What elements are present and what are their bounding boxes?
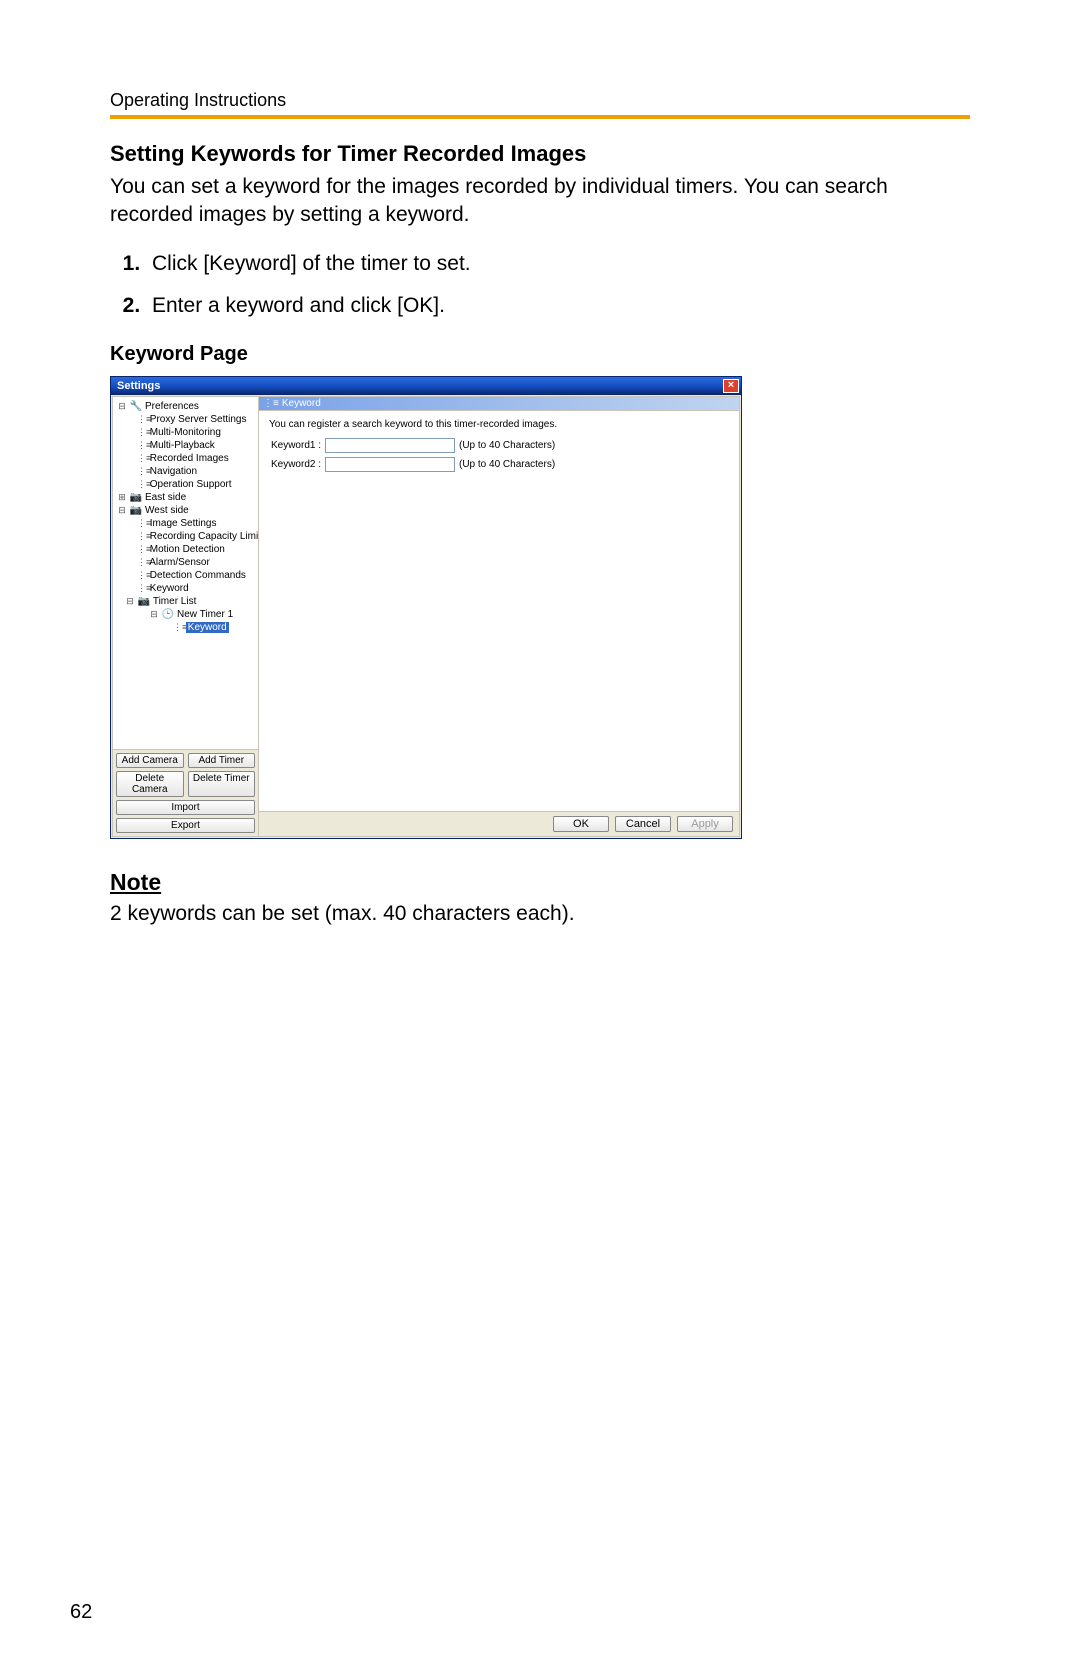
header-rule <box>110 115 970 119</box>
apply-button[interactable]: Apply <box>677 816 733 832</box>
tree-item[interactable]: Keyword <box>150 583 189 594</box>
page-number: 62 <box>70 1601 92 1624</box>
add-timer-button[interactable]: Add Timer <box>188 753 256 768</box>
delete-camera-button[interactable]: Delete Camera <box>116 771 184 797</box>
panel-header: ⋮≡Keyword <box>259 397 739 411</box>
left-button-bar: Add Camera Add Timer Delete Camera Delet… <box>113 749 258 836</box>
list-icon: ⋮≡ <box>263 398 279 409</box>
panel-desc: You can register a search keyword to thi… <box>269 419 729 430</box>
tree-item[interactable]: Multi-Monitoring <box>150 427 221 438</box>
camera-icon: 📷 <box>130 505 142 516</box>
keyword1-input[interactable] <box>325 438 455 453</box>
window-title: Settings <box>117 380 160 392</box>
note-body: 2 keywords can be set (max. 40 character… <box>110 902 970 926</box>
keyword1-label: Keyword1 : <box>269 440 321 451</box>
step-item: Click [Keyword] of the timer to set. <box>146 252 970 276</box>
tree-item[interactable]: Multi-Playback <box>150 440 215 451</box>
dialog-button-bar: OK Cancel Apply <box>259 811 739 836</box>
tree-item[interactable]: Motion Detection <box>150 544 225 555</box>
left-pane: ⊟ 🔧 Preferences ⋮≡ Proxy Server Settings… <box>113 397 259 836</box>
delete-timer-button[interactable]: Delete Timer <box>188 771 256 797</box>
intro-text: You can set a keyword for the images rec… <box>110 173 970 230</box>
note-heading: Note <box>110 869 970 896</box>
add-camera-button[interactable]: Add Camera <box>116 753 184 768</box>
settings-tree[interactable]: ⊟ 🔧 Preferences ⋮≡ Proxy Server Settings… <box>113 397 258 749</box>
window-titlebar: Settings × <box>111 377 741 395</box>
settings-window: Settings × ⊟ 🔧 Preferences ⋮≡ Proxy Serv… <box>110 376 742 839</box>
tree-item[interactable]: Operation Support <box>150 479 232 490</box>
sub-title: Keyword Page <box>110 343 970 366</box>
close-button[interactable]: × <box>723 379 739 393</box>
cancel-button[interactable]: Cancel <box>615 816 671 832</box>
tree-keyword-selected[interactable]: Keyword <box>186 622 229 633</box>
tree-item[interactable]: Alarm/Sensor <box>149 557 210 568</box>
panel-body: You can register a search keyword to thi… <box>259 411 739 811</box>
tree-item[interactable]: Navigation <box>150 466 197 477</box>
tree-item[interactable]: Proxy Server Settings <box>150 414 247 425</box>
steps-list: Click [Keyword] of the timer to set. Ent… <box>110 252 970 318</box>
tree-west[interactable]: West side <box>145 505 189 516</box>
tree-east[interactable]: East side <box>145 492 186 503</box>
step-item: Enter a keyword and click [OK]. <box>146 294 970 318</box>
tree-item[interactable]: Recorded Images <box>150 453 229 464</box>
import-button[interactable]: Import <box>116 800 255 815</box>
keyword2-label: Keyword2 : <box>269 459 321 470</box>
tree-timer-list[interactable]: Timer List <box>153 596 197 607</box>
tree-item[interactable]: Recording Capacity Limit <box>150 531 258 542</box>
keyword2-input[interactable] <box>325 457 455 472</box>
camera-icon: 📷 <box>138 596 150 607</box>
tree-new-timer[interactable]: New Timer 1 <box>177 609 233 620</box>
ok-button[interactable]: OK <box>553 816 609 832</box>
keyword1-hint: (Up to 40 Characters) <box>459 440 555 451</box>
export-button[interactable]: Export <box>116 818 255 833</box>
doc-header: Operating Instructions <box>110 90 970 111</box>
right-pane: ⋮≡Keyword You can register a search keyw… <box>259 397 739 836</box>
tree-item[interactable]: Image Settings <box>150 518 217 529</box>
camera-icon: 📷 <box>130 492 142 503</box>
clock-icon: 🕒 <box>162 609 174 620</box>
keyword2-hint: (Up to 40 Characters) <box>459 459 555 470</box>
tree-preferences[interactable]: Preferences <box>145 401 199 412</box>
panel-header-label: Keyword <box>282 398 321 409</box>
section-title: Setting Keywords for Timer Recorded Imag… <box>110 141 970 167</box>
tree-item[interactable]: Detection Commands <box>150 570 246 581</box>
